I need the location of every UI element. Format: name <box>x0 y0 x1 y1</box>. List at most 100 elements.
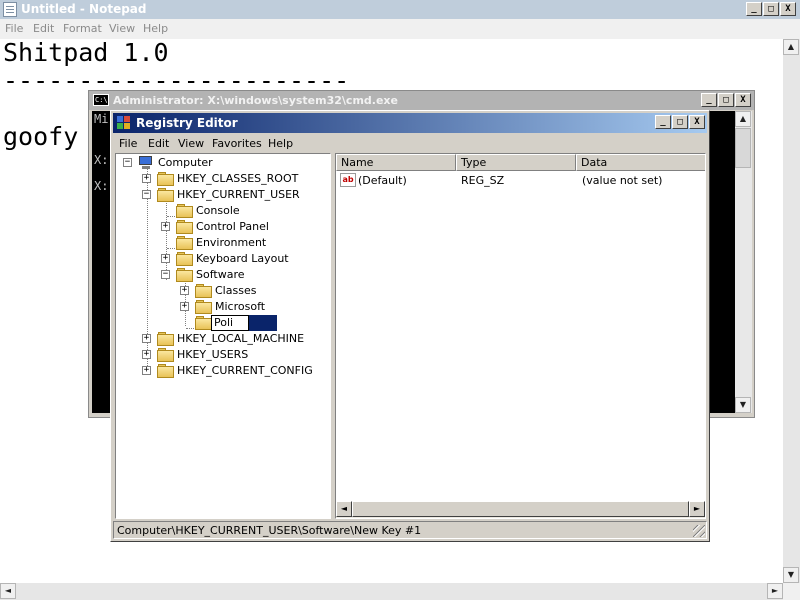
collapse-toggle[interactable]: − <box>161 270 170 279</box>
scroll-up-button[interactable]: ▲ <box>735 111 751 127</box>
menu-help[interactable]: Help <box>143 22 168 35</box>
tree-label: HKEY_CURRENT_CONFIG <box>177 364 313 377</box>
minimize-button[interactable]: _ <box>746 2 762 16</box>
folder-open-icon <box>157 188 174 202</box>
expand-toggle[interactable]: + <box>142 334 151 343</box>
menu-help[interactable]: Help <box>268 137 293 150</box>
registry-editor-window: Registry Editor _ □ X File Edit View Fav… <box>110 110 710 542</box>
resize-grip[interactable] <box>693 525 705 537</box>
tree-node-hkey-local-machine[interactable]: + HKEY_LOCAL_MACHINE <box>116 331 330 347</box>
expand-toggle[interactable]: + <box>180 286 189 295</box>
menu-favorites[interactable]: Favorites <box>212 137 262 150</box>
notepad-title: Untitled - Notepad <box>21 2 147 16</box>
tree-label: Computer <box>158 156 213 169</box>
scroll-left-button[interactable]: ◄ <box>0 583 16 599</box>
folder-icon <box>157 332 174 346</box>
scroll-left-button[interactable]: ◄ <box>336 501 352 517</box>
notepad-vertical-scrollbar[interactable]: ▲ ▼ <box>783 39 800 583</box>
value-type: REG_SZ <box>461 174 505 187</box>
folder-icon <box>176 204 193 218</box>
menu-format[interactable]: Format <box>63 22 102 35</box>
minimize-button[interactable]: _ <box>655 115 671 129</box>
close-button[interactable]: X <box>735 93 751 107</box>
tree-label: Keyboard Layout <box>196 252 289 265</box>
scroll-right-button[interactable]: ► <box>689 501 705 517</box>
scroll-thumb[interactable] <box>352 501 689 517</box>
tree-label: Classes <box>215 284 257 297</box>
computer-icon <box>138 156 154 170</box>
menu-view[interactable]: View <box>178 137 204 150</box>
maximize-button[interactable]: □ <box>672 115 688 129</box>
tree-node-environment[interactable]: Environment <box>116 235 330 251</box>
rename-key-input[interactable]: Poli <box>211 315 249 331</box>
scroll-thumb[interactable] <box>735 128 751 168</box>
values-horizontal-scrollbar[interactable]: ◄ ► <box>336 501 705 518</box>
tree-node-keyboard-layout[interactable]: + Keyboard Layout <box>116 251 330 267</box>
tree-node-control-panel[interactable]: + Control Panel <box>116 219 330 235</box>
status-path: Computer\HKEY_CURRENT_USER\Software\New … <box>117 524 422 537</box>
scroll-up-button[interactable]: ▲ <box>783 39 799 55</box>
tree-node-microsoft[interactable]: + Microsoft <box>116 299 330 315</box>
expand-toggle[interactable]: + <box>142 174 151 183</box>
menu-file[interactable]: File <box>119 137 137 150</box>
cmd-vertical-scrollbar[interactable]: ▲ ▼ <box>735 111 752 413</box>
collapse-toggle[interactable]: − <box>142 190 151 199</box>
folder-icon <box>195 284 212 298</box>
folder-icon <box>195 300 212 314</box>
tree-label: HKEY_CLASSES_ROOT <box>177 172 299 185</box>
column-header-type[interactable]: Type <box>456 154 576 171</box>
tree-label: Software <box>196 268 245 281</box>
column-header-name[interactable]: Name <box>336 154 456 171</box>
expand-toggle[interactable]: + <box>161 254 170 263</box>
notepad-title-bar[interactable]: Untitled - Notepad _ □ X <box>0 0 800 19</box>
folder-icon <box>157 172 174 186</box>
scroll-right-button[interactable]: ► <box>767 583 783 599</box>
expand-toggle[interactable]: + <box>161 222 170 231</box>
tree-node-software[interactable]: − Software <box>116 267 330 283</box>
collapse-toggle[interactable]: − <box>123 158 132 167</box>
tree-node-new-key[interactable]: Poli <box>116 315 330 331</box>
tree-node-hkey-classes-root[interactable]: + HKEY_CLASSES_ROOT <box>116 171 330 187</box>
scroll-down-button[interactable]: ▼ <box>735 397 751 413</box>
cmd-title: Administrator: X:\windows\system32\cmd.e… <box>113 94 398 107</box>
notepad-icon <box>3 2 17 17</box>
regedit-title: Registry Editor <box>136 116 238 130</box>
expand-toggle[interactable]: + <box>142 366 151 375</box>
maximize-button[interactable]: □ <box>763 2 779 16</box>
cmd-title-bar[interactable]: C:\ Administrator: X:\windows\system32\c… <box>89 91 754 110</box>
close-button[interactable]: X <box>689 115 705 129</box>
menu-file[interactable]: File <box>5 22 23 35</box>
close-button[interactable]: X <box>780 2 796 16</box>
registry-tree[interactable]: − Computer + HKEY_CLASSES_ROOT − HKEY_CU… <box>115 153 331 519</box>
string-value-icon: ab <box>340 173 356 187</box>
tree-node-classes[interactable]: + Classes <box>116 283 330 299</box>
folder-open-icon <box>176 268 193 282</box>
menu-edit[interactable]: Edit <box>148 137 169 150</box>
maximize-button[interactable]: □ <box>718 93 734 107</box>
tree-label: HKEY_LOCAL_MACHINE <box>177 332 305 345</box>
tree-label: Environment <box>196 236 267 249</box>
expand-toggle[interactable]: + <box>142 350 151 359</box>
menu-view[interactable]: View <box>109 22 135 35</box>
tree-label: Microsoft <box>215 300 266 313</box>
menu-edit[interactable]: Edit <box>33 22 54 35</box>
notepad-horizontal-scrollbar[interactable]: ◄ ► <box>0 583 783 600</box>
expand-toggle[interactable]: + <box>180 302 189 311</box>
value-data: (value not set) <box>582 174 663 187</box>
tree-node-hkey-current-user[interactable]: − HKEY_CURRENT_USER <box>116 187 330 203</box>
regedit-title-bar[interactable]: Registry Editor _ □ X <box>113 113 707 133</box>
text-line: Shitpad 1.0 <box>3 38 169 67</box>
tree-node-hkey-current-config[interactable]: + HKEY_CURRENT_CONFIG <box>116 363 330 379</box>
minimize-button[interactable]: _ <box>701 93 717 107</box>
regedit-icon <box>116 115 132 131</box>
tree-node-console[interactable]: Console <box>116 203 330 219</box>
tree-label: Control Panel <box>196 220 269 233</box>
folder-icon <box>157 348 174 362</box>
tree-node-computer[interactable]: − Computer <box>116 155 330 171</box>
value-name[interactable]: (Default) <box>358 174 407 188</box>
scroll-down-button[interactable]: ▼ <box>783 567 799 583</box>
registry-values-list[interactable]: Name Type Data ab (Default) REG_SZ (valu… <box>335 153 706 519</box>
cmd-icon: C:\ <box>93 94 109 106</box>
tree-node-hkey-users[interactable]: + HKEY_USERS <box>116 347 330 363</box>
column-header-data[interactable]: Data <box>576 154 705 171</box>
